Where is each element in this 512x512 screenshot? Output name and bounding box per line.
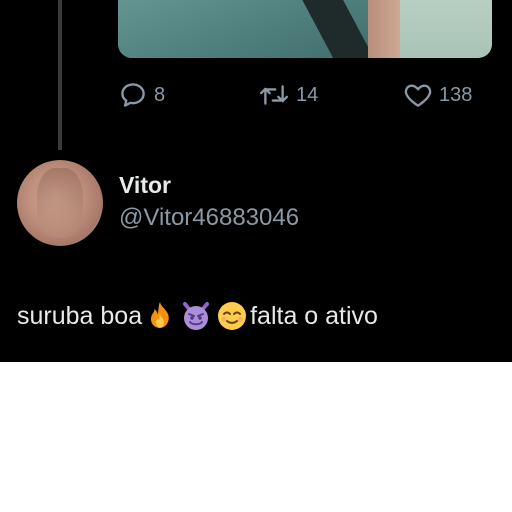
reply-icon xyxy=(121,83,145,107)
retweet-icon xyxy=(259,85,289,105)
tweet-actions-bar: 8 14 138 xyxy=(118,78,488,112)
retweet-button[interactable]: 14 xyxy=(258,78,318,112)
heart-icon xyxy=(404,84,432,107)
tweet-screen: 8 14 138 Vitor @Vitor46883046 suruba boa xyxy=(0,0,512,362)
tweet-text-end: falta o ativo xyxy=(250,301,378,330)
author-handle[interactable]: @Vitor46883046 xyxy=(119,204,299,232)
thread-line xyxy=(58,0,62,150)
like-button[interactable]: 138 xyxy=(403,78,472,112)
reply-count: 8 xyxy=(154,83,166,106)
tweet-text-start: suruba boa xyxy=(17,301,143,330)
like-count: 138 xyxy=(439,83,473,106)
avatar[interactable] xyxy=(17,160,103,246)
fire-emoji-icon xyxy=(151,302,169,328)
tweet-media-image[interactable] xyxy=(118,0,492,58)
reply-button[interactable]: 8 xyxy=(118,78,165,112)
relieved-face-emoji-icon xyxy=(218,302,247,330)
author-display-name[interactable]: Vitor xyxy=(119,172,171,199)
smiling-devil-emoji-icon xyxy=(183,302,210,330)
retweet-count: 14 xyxy=(296,83,319,106)
tweet-text: suruba boa falta o ativo xyxy=(17,300,378,332)
